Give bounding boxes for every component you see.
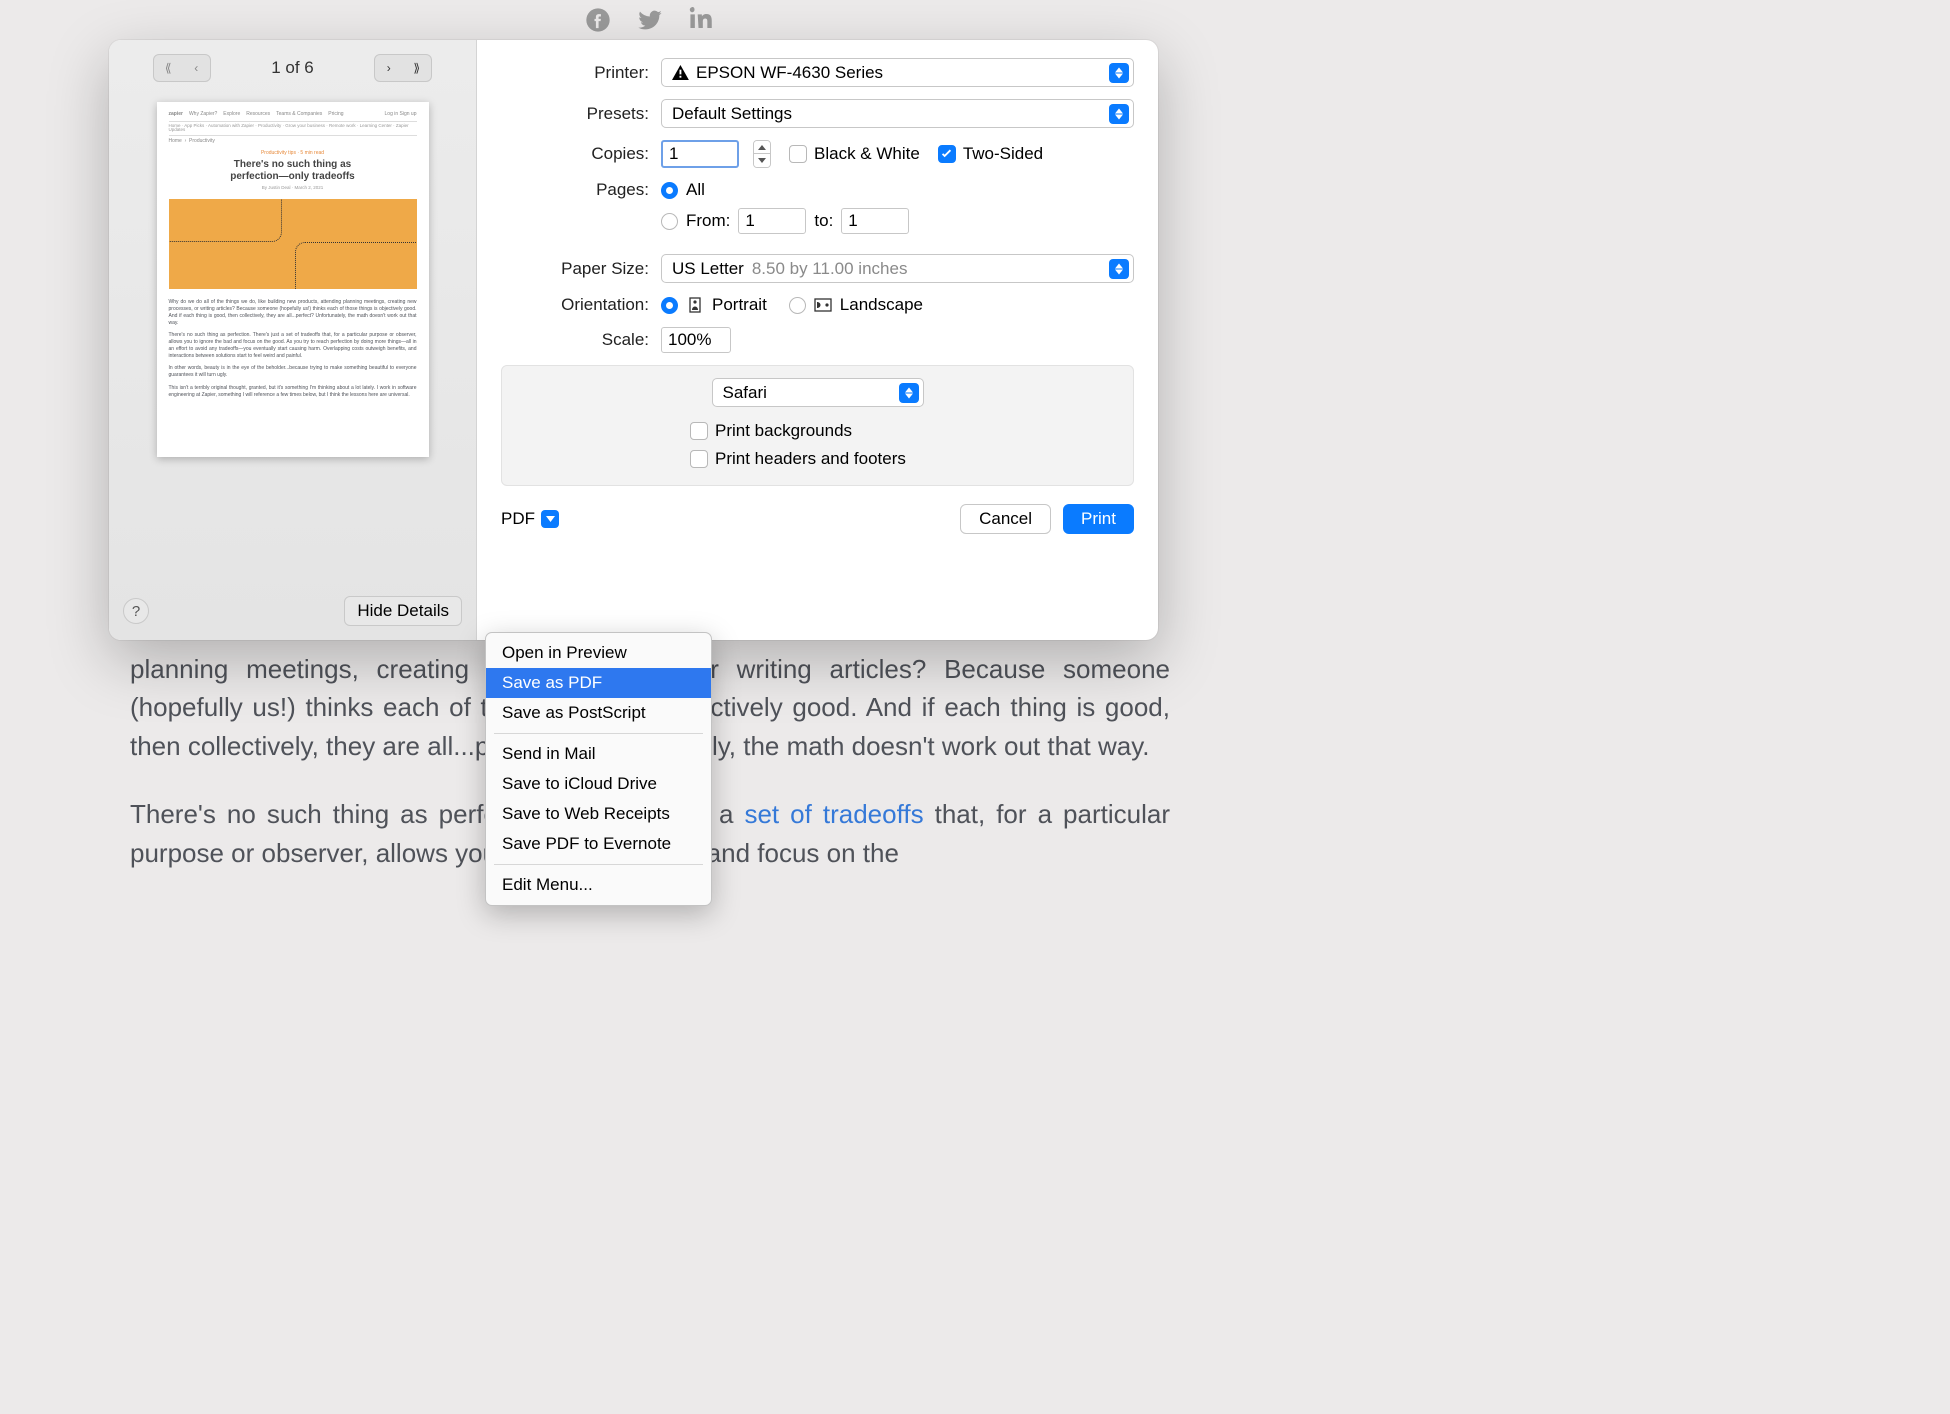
nav-prev-group: ⟪ ‹	[153, 54, 211, 82]
chevron-updown-icon	[1109, 63, 1129, 83]
menu-save-web-receipts[interactable]: Save to Web Receipts	[486, 799, 711, 829]
pdf-dropdown-button[interactable]: PDF	[501, 509, 559, 529]
chevron-updown-icon	[1109, 259, 1129, 279]
nav-next-group: › ⟫	[374, 54, 432, 82]
menu-separator	[494, 733, 703, 734]
menu-edit-menu[interactable]: Edit Menu...	[486, 870, 711, 900]
orientation-landscape-radio[interactable]	[789, 297, 806, 314]
menu-save-as-postscript[interactable]: Save as PostScript	[486, 698, 711, 728]
nav-prev-button[interactable]: ‹	[182, 55, 210, 81]
menu-send-in-mail[interactable]: Send in Mail	[486, 739, 711, 769]
print-button[interactable]: Print	[1063, 504, 1134, 534]
checkbox-checked-icon	[938, 145, 956, 163]
app-options-section: Safari Print backgrounds Print headers a…	[501, 365, 1134, 486]
orientation-label: Orientation:	[501, 295, 661, 315]
menu-open-preview[interactable]: Open in Preview	[486, 638, 711, 668]
print-backgrounds-checkbox[interactable]: Print backgrounds	[690, 421, 1117, 441]
nav-first-button[interactable]: ⟪	[154, 55, 182, 81]
stepper-up-icon[interactable]	[754, 141, 770, 154]
chevron-down-icon	[541, 510, 559, 528]
menu-save-icloud[interactable]: Save to iCloud Drive	[486, 769, 711, 799]
nav-last-button[interactable]: ⟫	[403, 55, 431, 81]
page-thumbnail: zapierWhy Zapier?ExploreResourcesTeams &…	[157, 102, 429, 457]
scale-label: Scale:	[501, 330, 661, 350]
cancel-button[interactable]: Cancel	[960, 504, 1051, 534]
menu-save-evernote[interactable]: Save PDF to Evernote	[486, 829, 711, 859]
printer-select[interactable]: EPSON WF-4630 Series	[661, 58, 1134, 87]
copies-stepper[interactable]	[753, 140, 771, 168]
chevron-updown-icon	[1109, 104, 1129, 124]
settings-pane: Printer: EPSON WF-4630 Series Presets: D…	[477, 40, 1158, 640]
pages-all-radio[interactable]	[661, 182, 678, 199]
preview-pane: ⟪ ‹ 1 of 6 › ⟫ zapierWhy Zapier?ExploreR…	[109, 40, 477, 640]
two-sided-checkbox[interactable]: Two-Sided	[938, 144, 1043, 164]
black-white-checkbox[interactable]: Black & White	[789, 144, 920, 164]
chevron-updown-icon	[899, 383, 919, 403]
scale-input[interactable]	[661, 327, 731, 353]
pages-to-input[interactable]	[841, 208, 909, 234]
pdf-dropdown-menu: Open in Preview Save as PDF Save as Post…	[485, 632, 712, 906]
stepper-down-icon[interactable]	[754, 154, 770, 167]
hide-details-button[interactable]: Hide Details	[344, 596, 462, 626]
nav-next-button[interactable]: ›	[375, 55, 403, 81]
warning-icon	[672, 65, 690, 80]
tradeoffs-link[interactable]: set of tradeoffs	[744, 799, 923, 829]
help-button[interactable]: ?	[123, 598, 149, 624]
portrait-icon	[685, 297, 705, 313]
social-icons	[130, 0, 1170, 39]
pages-range-radio[interactable]	[661, 213, 678, 230]
checkbox-icon	[789, 145, 807, 163]
pages-label: Pages:	[501, 180, 661, 200]
facebook-icon[interactable]	[584, 6, 612, 39]
printer-label: Printer:	[501, 63, 661, 83]
linkedin-icon[interactable]	[688, 6, 716, 39]
landscape-icon	[813, 297, 833, 313]
presets-select[interactable]: Default Settings	[661, 99, 1134, 128]
app-select[interactable]: Safari	[712, 378, 924, 407]
copies-input[interactable]	[661, 140, 739, 168]
page-indicator: 1 of 6	[271, 58, 314, 78]
presets-label: Presets:	[501, 104, 661, 124]
print-headers-footers-checkbox[interactable]: Print headers and footers	[690, 449, 1117, 469]
menu-separator	[494, 864, 703, 865]
checkbox-icon	[690, 422, 708, 440]
menu-save-as-pdf[interactable]: Save as PDF	[486, 668, 711, 698]
orientation-portrait-radio[interactable]	[661, 297, 678, 314]
page-thumbnail-wrap: zapierWhy Zapier?ExploreResourcesTeams &…	[109, 90, 476, 586]
twitter-icon[interactable]	[636, 6, 664, 39]
print-dialog: ⟪ ‹ 1 of 6 › ⟫ zapierWhy Zapier?ExploreR…	[109, 40, 1158, 640]
pages-from-input[interactable]	[738, 208, 806, 234]
paper-size-label: Paper Size:	[501, 259, 661, 279]
paper-size-select[interactable]: US Letter8.50 by 11.00 inches	[661, 254, 1134, 283]
copies-label: Copies:	[501, 144, 661, 164]
checkbox-icon	[690, 450, 708, 468]
